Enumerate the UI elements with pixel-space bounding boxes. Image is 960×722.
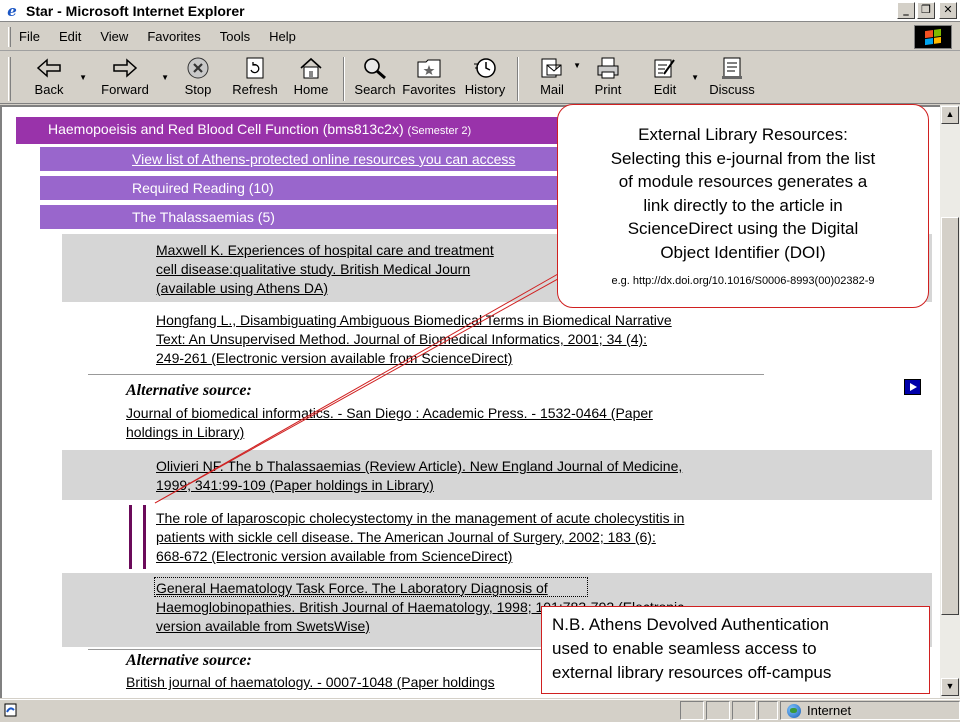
standard-toolbar: Back ▼ Forward ▼ Stop Refresh Home Searc… (0, 52, 960, 104)
athens-resources-link[interactable]: View list of Athens-protected online res… (132, 151, 515, 167)
highlight-marker (129, 505, 132, 569)
toolbar-separator (343, 57, 345, 101)
status-panel (706, 701, 730, 720)
scroll-thumb[interactable] (941, 217, 959, 615)
required-reading-label: Required Reading (10) (132, 180, 274, 196)
close-button[interactable]: ✕ (939, 2, 957, 19)
menu-view[interactable]: View (100, 29, 128, 44)
external-resources-callout: External Library Resources: Selecting th… (557, 104, 929, 308)
vertical-scrollbar[interactable]: ▲ ▼ (940, 105, 960, 698)
edit-button[interactable]: Edit ▼ (637, 55, 699, 101)
alternative-source-title: Alternative source: (126, 382, 252, 399)
scroll-up-button[interactable]: ▲ (941, 106, 959, 124)
search-button[interactable]: Search (351, 55, 399, 101)
window-controls: _ ❐ ✕ (897, 2, 957, 19)
home-icon (297, 55, 325, 81)
status-panel (680, 701, 704, 720)
alternative-source-title: Alternative source: (126, 652, 252, 669)
refresh-icon (241, 55, 269, 81)
forward-button[interactable]: Forward ▼ (89, 55, 169, 101)
back-arrow-icon (35, 55, 63, 81)
semester-label: (Semester 2) (407, 125, 472, 137)
menu-edit[interactable]: Edit (59, 29, 81, 44)
status-panel (758, 701, 778, 720)
status-panel (732, 701, 756, 720)
home-button[interactable]: Home (285, 55, 337, 101)
reading-row: The role of laparoscopic cholecystectomy… (62, 503, 932, 573)
history-icon (471, 55, 499, 81)
stop-icon (184, 55, 212, 81)
menu-bar: File Edit View Favorites Tools Help (0, 23, 960, 51)
reference-link[interactable]: The role of laparoscopic cholecystectomy… (156, 509, 684, 566)
discuss-icon (718, 55, 746, 81)
back-dropdown-icon[interactable]: ▼ (79, 73, 87, 82)
windows-throbber-icon (914, 25, 952, 49)
thalassaemias-label: The Thalassaemias (5) (132, 209, 275, 225)
favorites-folder-icon (415, 55, 443, 81)
discuss-button[interactable]: Discuss (703, 55, 761, 101)
reading-row: Hongfang L., Disambiguating Ambiguous Bi… (62, 304, 932, 372)
print-button[interactable]: Print (579, 55, 637, 101)
back-button[interactable]: Back ▼ (19, 55, 87, 101)
focus-outline (154, 577, 588, 597)
maximize-button[interactable]: ❐ (917, 2, 935, 19)
alternative-source-link[interactable]: Journal of biomedical informatics. - San… (126, 404, 653, 442)
security-zone: Internet (780, 701, 960, 720)
stop-button[interactable]: Stop (171, 55, 225, 101)
mail-button[interactable]: Mail ▼ (525, 55, 581, 101)
toolbar-grip[interactable] (8, 57, 11, 101)
alternative-source-link[interactable]: British journal of haematology. - 0007-1… (126, 673, 495, 692)
menu-help[interactable]: Help (269, 29, 296, 44)
page-status-icon (4, 703, 18, 717)
athens-note-callout: N.B. Athens Devolved Authentication used… (541, 606, 930, 694)
search-icon (361, 55, 389, 81)
favorites-button[interactable]: Favorites (399, 55, 459, 101)
menu-favorites[interactable]: Favorites (147, 29, 200, 44)
zone-label: Internet (807, 703, 852, 718)
reference-link[interactable]: Hongfang L., Disambiguating Ambiguous Bi… (156, 311, 672, 368)
reading-row-grey: Olivieri NF. The b Thalassaemias (Review… (62, 450, 932, 500)
mail-icon (538, 55, 566, 81)
ie-logo-icon: e (7, 1, 17, 20)
menu-tools[interactable]: Tools (220, 29, 250, 44)
menu-file[interactable]: File (19, 29, 40, 44)
reference-link[interactable]: Maxwell K. Experiences of hospital care … (156, 241, 494, 298)
minimize-button[interactable]: _ (897, 2, 915, 19)
go-arrow-icon[interactable] (904, 379, 921, 395)
forward-arrow-icon (111, 55, 139, 81)
highlight-marker (143, 505, 146, 569)
scroll-down-button[interactable]: ▼ (941, 678, 959, 696)
module-title: Haemopoeisis and Red Blood Cell Function… (48, 121, 404, 137)
refresh-button[interactable]: Refresh (225, 55, 285, 101)
toolbar-separator (517, 57, 519, 101)
history-button[interactable]: History (459, 55, 511, 101)
window-title: Star - Microsoft Internet Explorer (26, 2, 245, 19)
menu-grip[interactable] (8, 26, 11, 47)
edit-dropdown-icon[interactable]: ▼ (691, 73, 699, 82)
reference-link[interactable]: Olivieri NF. The b Thalassaemias (Review… (156, 457, 682, 495)
forward-dropdown-icon[interactable]: ▼ (161, 73, 169, 82)
doi-example: e.g. http://dx.doi.org/10.1016/S0006-899… (611, 275, 875, 287)
title-bar: e Star - Microsoft Internet Explorer _ ❐… (0, 0, 960, 22)
status-bar: Internet (0, 699, 960, 720)
printer-icon (594, 55, 622, 81)
globe-icon (787, 703, 801, 718)
divider (88, 374, 764, 375)
edit-page-icon (651, 55, 679, 81)
